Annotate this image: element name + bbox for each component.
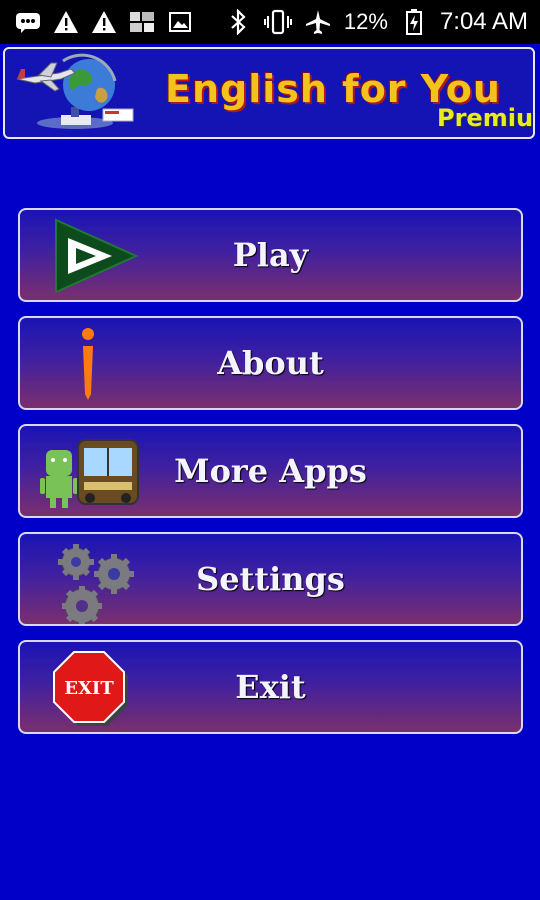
play-label: Play: [232, 236, 309, 274]
main-menu: Play About More Apps Settings EXIT Exit: [18, 208, 523, 748]
message-icon: [14, 8, 42, 36]
play-button[interactable]: Play: [18, 208, 523, 302]
globe-airplane-logo: [15, 53, 140, 135]
about-label: About: [217, 344, 324, 382]
more-apps-label: More Apps: [174, 452, 367, 490]
airplane-icon: [304, 8, 332, 36]
more-apps-button[interactable]: More Apps: [18, 424, 523, 518]
vibrate-icon: [263, 8, 292, 36]
status-bar: 12% 7:04 AM: [0, 0, 540, 44]
settings-label: Settings: [196, 560, 345, 598]
edition-label: Premium: [437, 104, 534, 132]
about-button[interactable]: About: [18, 316, 523, 410]
battery-icon: [400, 8, 428, 36]
status-system: 12% 7:04 AM: [224, 8, 528, 36]
image-icon: [166, 8, 194, 36]
clock: 7:04 AM: [439, 8, 528, 35]
settings-button[interactable]: Settings: [18, 532, 523, 626]
bluetooth-icon: [224, 8, 252, 36]
gallery-icon: [128, 8, 156, 36]
status-notifications: [14, 8, 194, 36]
app-header-banner: English for You Premium: [3, 47, 535, 139]
battery-percent: 12%: [343, 9, 388, 34]
exit-label: Exit: [235, 668, 306, 706]
exit-button[interactable]: EXIT Exit: [18, 640, 523, 734]
warning-icon: [90, 8, 118, 36]
warning-icon: [52, 8, 80, 36]
